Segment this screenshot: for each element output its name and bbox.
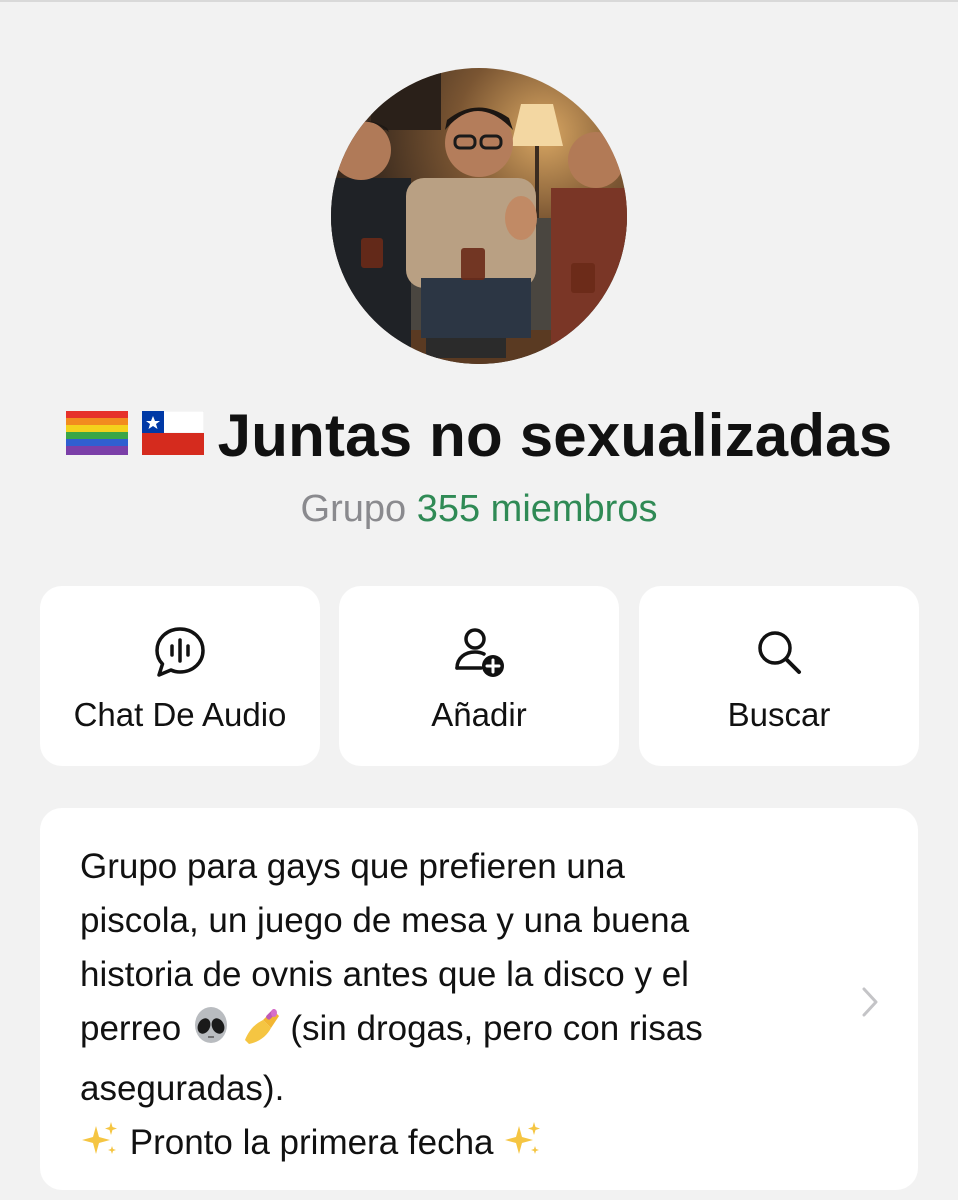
description-text: (sin drogas, pero con risas bbox=[290, 1009, 703, 1048]
chile-flag-icon bbox=[141, 410, 204, 460]
group-avatar[interactable] bbox=[331, 68, 627, 364]
sparkles-icon bbox=[503, 1120, 543, 1176]
description-text: perreo bbox=[80, 1009, 182, 1048]
add-member-label: Añadir bbox=[431, 696, 527, 733]
group-title: Juntas no sexualizadas bbox=[217, 401, 893, 469]
search-button[interactable]: Buscar bbox=[639, 586, 919, 766]
chevron-right-icon bbox=[860, 986, 880, 1023]
audio-chat-label: Chat De Audio bbox=[73, 696, 287, 733]
description-line: aseguradas). bbox=[80, 1069, 285, 1108]
group-description-card[interactable]: Grupo para gays que prefieren una piscol… bbox=[40, 808, 918, 1190]
group-subtitle: Grupo 355 miembros bbox=[0, 488, 958, 531]
description-line: Grupo para gays que prefieren una bbox=[80, 847, 625, 886]
group-type-label: Grupo bbox=[300, 488, 407, 530]
top-divider bbox=[0, 0, 958, 2]
description-text: Pronto la primera fecha bbox=[129, 1123, 494, 1162]
alien-icon bbox=[191, 1006, 231, 1062]
sparkles-icon bbox=[80, 1120, 120, 1176]
group-description: Grupo para gays que prefieren una piscol… bbox=[80, 840, 840, 1176]
search-icon bbox=[751, 624, 807, 685]
audio-chat-button[interactable]: Chat De Audio bbox=[40, 586, 320, 766]
description-line: perreo (sin drogas, pero con risas bbox=[80, 1002, 840, 1062]
audio-chat-icon bbox=[152, 624, 208, 685]
search-label: Buscar bbox=[727, 696, 831, 733]
rainbow-flag-icon bbox=[65, 410, 128, 460]
add-member-button[interactable]: Añadir bbox=[339, 586, 619, 766]
description-line: piscola, un juego de mesa y una buena bbox=[80, 901, 690, 940]
description-line: historia de ovnis antes que la disco y e… bbox=[80, 955, 689, 994]
add-person-icon bbox=[451, 624, 507, 685]
description-line: Pronto la primera fecha bbox=[80, 1116, 840, 1176]
members-count-link[interactable]: 355 miembros bbox=[417, 488, 658, 530]
nail-polish-icon bbox=[241, 1006, 281, 1062]
group-title-row: Juntas no sexualizadas bbox=[0, 398, 958, 472]
